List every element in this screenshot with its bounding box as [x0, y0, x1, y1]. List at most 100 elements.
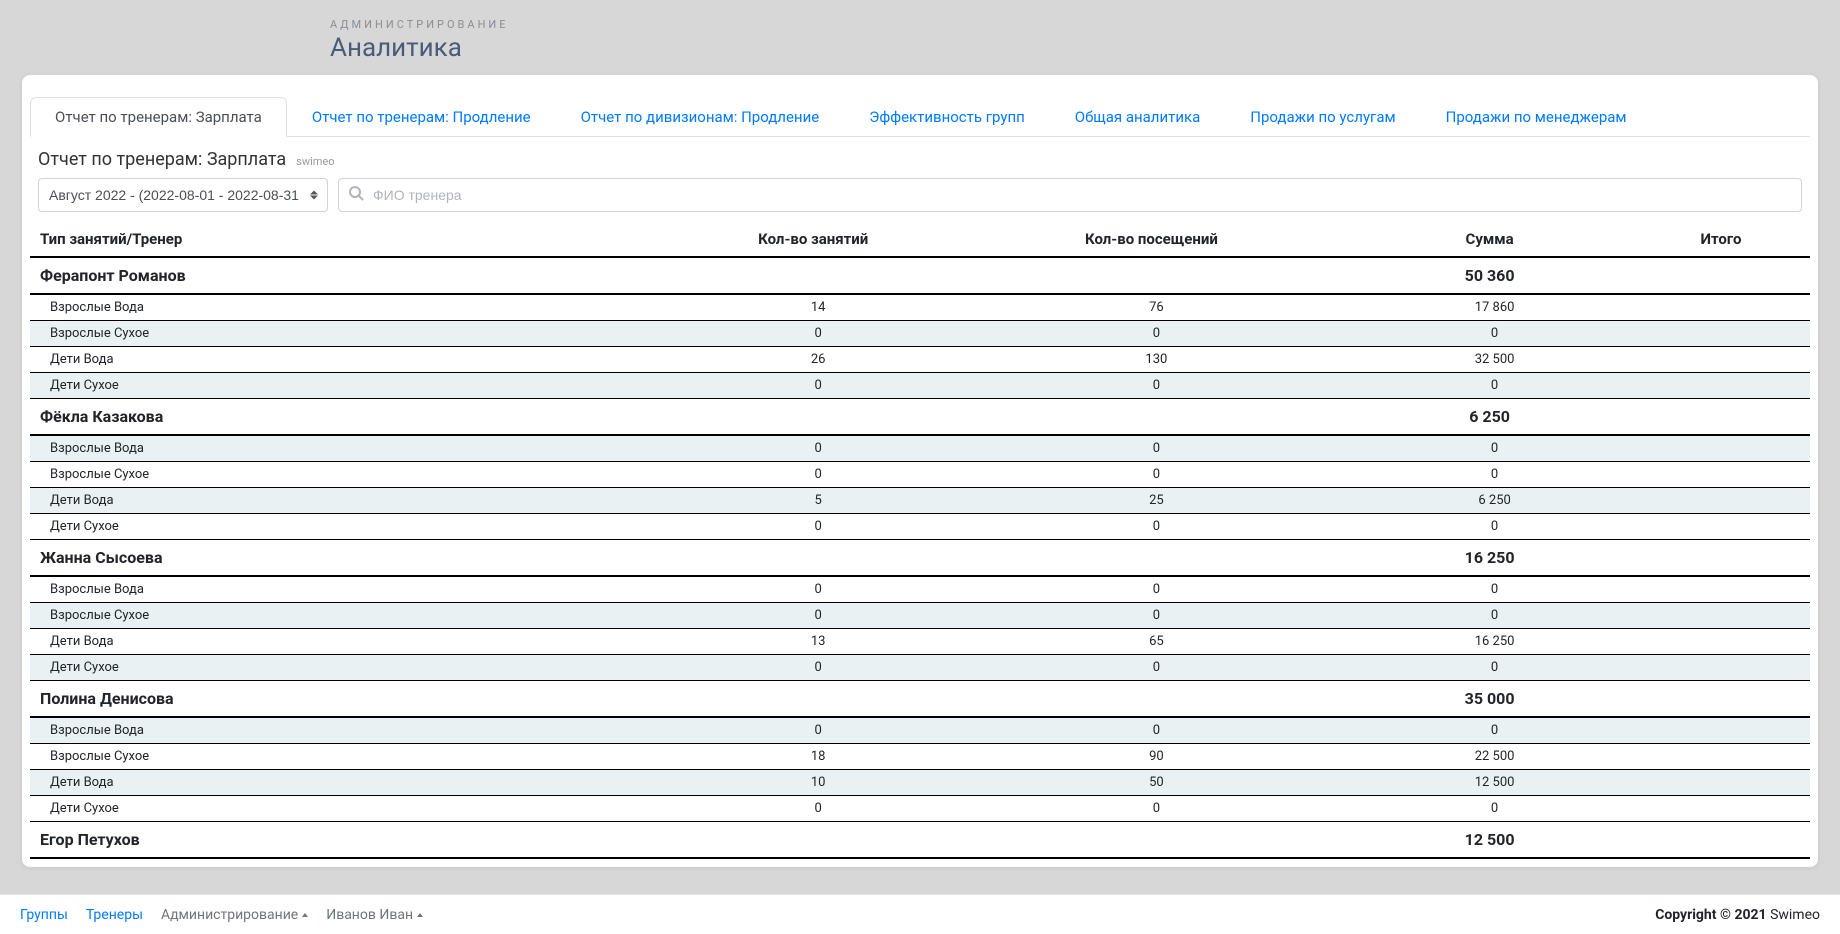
col-sum: Сумма — [1347, 222, 1632, 257]
sum-value: 32 500 — [1347, 347, 1632, 373]
tab-2[interactable]: Отчет по дивизионам: Продление — [556, 97, 845, 137]
lesson-type: Взрослые Сухое — [30, 321, 671, 347]
tab-3[interactable]: Эффективность групп — [844, 97, 1050, 137]
period-select[interactable] — [38, 178, 328, 212]
content-card: Отчет по тренерам: ЗарплатаОтчет по трен… — [22, 75, 1818, 867]
footer-link-groups[interactable]: Группы — [20, 907, 68, 923]
sum-value: 0 — [1347, 717, 1632, 744]
lesson-type: Дети Вода — [30, 488, 671, 514]
sessions-count: 13 — [671, 629, 956, 655]
report-title: Отчет по тренерам: Зарплата — [38, 149, 286, 170]
sessions-count: 0 — [671, 576, 956, 603]
table-row: Дети Вода136516 250 — [30, 629, 1810, 655]
table-row: Дети Сухое000 — [30, 796, 1810, 822]
table-row: Взрослые Сухое000 — [30, 321, 1810, 347]
lesson-type: Взрослые Сухое — [30, 462, 671, 488]
tab-1[interactable]: Отчет по тренерам: Продление — [287, 97, 556, 137]
sum-value: 0 — [1347, 796, 1632, 822]
lesson-type: Взрослые Вода — [30, 717, 671, 744]
sum-value: 0 — [1347, 373, 1632, 399]
sessions-count: 0 — [671, 462, 956, 488]
tab-0[interactable]: Отчет по тренерам: Зарплата — [30, 97, 287, 137]
trainer-group-row: Жанна Сысоева16 250 — [30, 540, 1810, 577]
lesson-type: Дети Сухое — [30, 514, 671, 540]
lesson-type: Дети Сухое — [30, 655, 671, 681]
sum-value: 0 — [1347, 514, 1632, 540]
copyright: Copyright © 2021 Swimeo — [1655, 907, 1820, 923]
visits-count: 0 — [956, 796, 1348, 822]
tab-4[interactable]: Общая аналитика — [1050, 97, 1225, 137]
sessions-count: 0 — [671, 435, 956, 462]
visits-count: 0 — [956, 655, 1348, 681]
table-row: Взрослые Сухое000 — [30, 462, 1810, 488]
table-row: Дети Вода105012 500 — [30, 770, 1810, 796]
report-subtitle: swimeo — [296, 155, 334, 168]
footer-link-admin[interactable]: Администрирование — [161, 907, 308, 923]
visits-count: 130 — [956, 347, 1348, 373]
lesson-type: Взрослые Сухое — [30, 744, 671, 770]
visits-count: 0 — [956, 717, 1348, 744]
tabs: Отчет по тренерам: ЗарплатаОтчет по трен… — [30, 97, 1810, 137]
table-row: Взрослые Вода000 — [30, 435, 1810, 462]
footer-link-user[interactable]: Иванов Иван — [326, 907, 423, 923]
trainer-name: Полина Денисова — [30, 681, 671, 718]
trainer-group-row: Полина Денисова 35 000 — [30, 681, 1810, 718]
sum-value: 0 — [1347, 435, 1632, 462]
visits-count: 50 — [956, 770, 1348, 796]
visits-count: 0 — [956, 321, 1348, 347]
sessions-count: 10 — [671, 770, 956, 796]
table-row: Дети Вода5256 250 — [30, 488, 1810, 514]
sessions-count: 5 — [671, 488, 956, 514]
footer: Группы Тренеры Администрирование Иванов … — [0, 894, 1840, 934]
table-row: Дети Вода2613032 500 — [30, 347, 1810, 373]
trainer-name: Жанна Сысоева — [30, 540, 671, 577]
sessions-count: 14 — [671, 294, 956, 321]
sessions-count: 0 — [671, 373, 956, 399]
table-row: Дети Сухое000 — [30, 655, 1810, 681]
sum-value: 6 250 — [1347, 488, 1632, 514]
visits-count: 90 — [956, 744, 1348, 770]
table-row: Взрослые Вода000 — [30, 576, 1810, 603]
sum-value: 0 — [1347, 462, 1632, 488]
sessions-count: 0 — [671, 655, 956, 681]
lesson-type: Дети Сухое — [30, 796, 671, 822]
sessions-count: 0 — [671, 321, 956, 347]
tab-5[interactable]: Продажи по услугам — [1225, 97, 1420, 137]
table-row: Дети Сухое000 — [30, 373, 1810, 399]
lesson-type: Взрослые Вода — [30, 294, 671, 321]
trainer-group-row: Фёкла Казакова 6 250 — [30, 399, 1810, 436]
lesson-type: Дети Вода — [30, 629, 671, 655]
trainer-group-row: Егор Петухов12 500 — [30, 822, 1810, 859]
sum-value: 12 500 — [1347, 770, 1632, 796]
caret-up-icon — [417, 913, 423, 917]
visits-count: 0 — [956, 373, 1348, 399]
sessions-count: 0 — [671, 603, 956, 629]
lesson-type: Взрослые Вода — [30, 576, 671, 603]
visits-count: 25 — [956, 488, 1348, 514]
visits-count: 0 — [956, 462, 1348, 488]
trainer-name: Фёкла Казакова — [30, 399, 671, 436]
sessions-count: 0 — [671, 717, 956, 744]
trainer-total: 6 250 — [1347, 399, 1632, 436]
col-visits: Кол-во посещений — [956, 222, 1348, 257]
tab-6[interactable]: Продажи по менеджерам — [1421, 97, 1652, 137]
table-row: Дети Сухое000 — [30, 514, 1810, 540]
sum-value: 0 — [1347, 576, 1632, 603]
visits-count: 0 — [956, 576, 1348, 603]
lesson-type: Взрослые Сухое — [30, 603, 671, 629]
page-title: Аналитика — [330, 33, 1840, 63]
sessions-count: 0 — [671, 514, 956, 540]
trainer-total: 35 000 — [1347, 681, 1632, 718]
trainer-search-input[interactable] — [338, 178, 1802, 212]
visits-count: 0 — [956, 435, 1348, 462]
sum-value: 16 250 — [1347, 629, 1632, 655]
table-row: Взрослые Вода147617 860 — [30, 294, 1810, 321]
footer-link-trainers[interactable]: Тренеры — [86, 907, 143, 923]
visits-count: 0 — [956, 603, 1348, 629]
lesson-type: Дети Вода — [30, 770, 671, 796]
col-type: Тип занятий/Тренер — [30, 222, 671, 257]
sessions-count: 26 — [671, 347, 956, 373]
sessions-count: 0 — [671, 796, 956, 822]
period-select-wrap — [38, 178, 328, 212]
trainer-name: Егор Петухов — [30, 822, 671, 859]
